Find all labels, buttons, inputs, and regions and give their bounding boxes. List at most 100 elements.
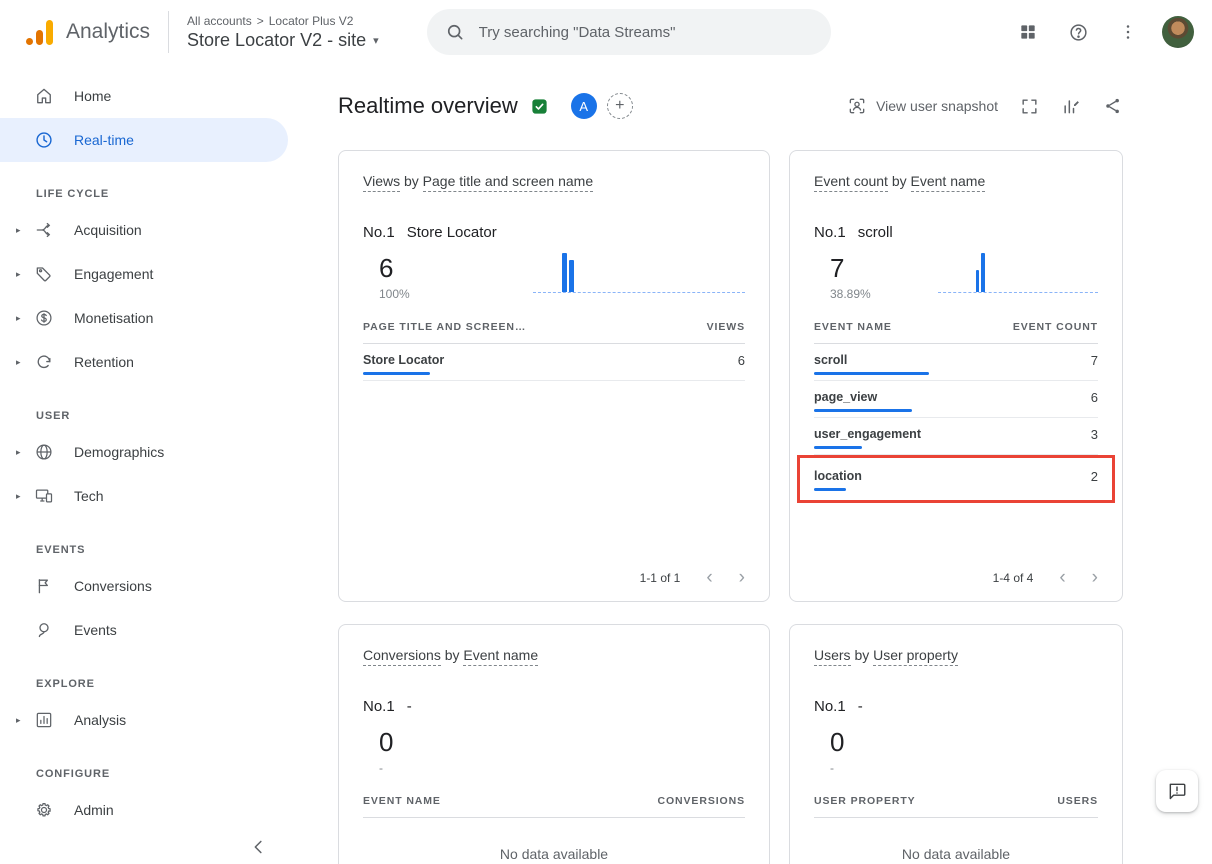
breadcrumb-current[interactable]: Locator Plus V2 xyxy=(269,14,354,28)
page-title: Realtime overview xyxy=(338,93,518,119)
devices-icon xyxy=(34,486,54,506)
sidebar-item-label: Monetisation xyxy=(74,310,153,326)
sidebar-item-monetisation[interactable]: ▸ Monetisation xyxy=(0,296,288,340)
flag-icon xyxy=(34,576,54,596)
comparison-chip[interactable]: A xyxy=(571,93,597,119)
sidebar-item-label: Events xyxy=(74,622,117,638)
sidebar-collapse-icon[interactable] xyxy=(248,836,270,858)
gear-icon xyxy=(34,800,54,820)
sidebar-item-demographics[interactable]: ▸ Demographics xyxy=(0,430,288,474)
sidebar-item-home[interactable]: Home xyxy=(0,74,288,118)
chevron-down-icon: ▾ xyxy=(373,34,379,47)
row-value-bar xyxy=(814,372,929,375)
sidebar-item-conversions[interactable]: Conversions xyxy=(0,564,288,608)
rank-label: No.1 xyxy=(814,698,846,715)
dashboards-grid-icon[interactable] xyxy=(1008,12,1048,52)
sidebar-item-label: Demographics xyxy=(74,444,164,460)
empty-state-message: No data available xyxy=(814,846,1098,862)
expand-caret-icon[interactable]: ▸ xyxy=(16,225,34,236)
events-card: Event count by Event name No.1 scroll 7 … xyxy=(789,150,1123,602)
dimension-link[interactable]: Page title and screen name xyxy=(423,173,593,192)
top-entry: No.1 - xyxy=(814,698,1098,715)
sidebar-item-engagement[interactable]: ▸ Engagement xyxy=(0,252,288,296)
expand-caret-icon[interactable]: ▸ xyxy=(16,447,34,458)
card-title: Users by User property xyxy=(814,645,1098,666)
property-selector[interactable]: All accounts > Locator Plus V2 Store Loc… xyxy=(187,14,379,51)
acquisition-icon xyxy=(34,220,54,240)
previous-page-icon[interactable]: ‹ xyxy=(706,568,712,587)
sidebar-item-label: Engagement xyxy=(74,266,153,282)
expand-caret-icon[interactable]: ▸ xyxy=(16,313,34,324)
sidebar-item-analysis[interactable]: ▸ Analysis xyxy=(0,698,288,742)
table-row[interactable]: location 2 xyxy=(814,460,1098,496)
property-name: Store Locator V2 - site xyxy=(187,30,366,51)
row-value-bar xyxy=(363,372,430,375)
feedback-button[interactable] xyxy=(1156,770,1198,812)
row-value-bar xyxy=(814,409,912,412)
clock-icon xyxy=(34,130,54,150)
user-avatar[interactable] xyxy=(1162,16,1194,48)
expand-caret-icon[interactable]: ▸ xyxy=(16,357,34,368)
sidebar-item-label: Retention xyxy=(74,354,134,370)
view-user-snapshot-button[interactable]: View user snapshot xyxy=(847,96,998,116)
breadcrumb[interactable]: All accounts > Locator Plus V2 xyxy=(187,14,379,28)
metric-value: 0 xyxy=(379,727,393,758)
feedback-icon xyxy=(1167,781,1187,801)
fullscreen-icon[interactable] xyxy=(1020,97,1039,116)
sidebar-item-realtime[interactable]: Real-time xyxy=(0,118,288,162)
sidebar-item-label: Analysis xyxy=(74,712,126,728)
share-icon[interactable] xyxy=(1103,96,1123,116)
more-options-icon[interactable] xyxy=(1108,12,1148,52)
sidebar-item-label: Home xyxy=(74,88,111,104)
sidebar-item-events[interactable]: Events xyxy=(0,608,288,652)
search-input[interactable] xyxy=(479,24,813,41)
sidebar-item-label: Acquisition xyxy=(74,222,142,238)
sidebar-section-configure: CONFIGURE xyxy=(0,764,300,784)
search-bar[interactable] xyxy=(427,9,831,55)
next-page-icon[interactable]: › xyxy=(1092,568,1098,587)
metric-link[interactable]: Views xyxy=(363,173,400,192)
metric-link[interactable]: Users xyxy=(814,647,851,666)
expand-caret-icon[interactable]: ▸ xyxy=(16,269,34,280)
top-entry: No.1 Store Locator xyxy=(363,224,745,241)
rank-label: No.1 xyxy=(814,224,846,241)
customize-report-icon[interactable] xyxy=(1061,96,1081,116)
users-card: Users by User property No.1 - 0 - xyxy=(789,624,1123,864)
sidebar-item-label: Real-time xyxy=(74,132,134,148)
sidebar-item-acquisition[interactable]: ▸ Acquisition xyxy=(0,208,288,252)
add-comparison-button[interactable]: + xyxy=(607,93,633,119)
sidebar: Home Real-time LIFE CYCLE ▸ Acquisition … xyxy=(0,64,300,864)
expand-caret-icon[interactable]: ▸ xyxy=(16,715,34,726)
metric-percent: 100% xyxy=(379,287,410,301)
dimension-column-header: USER PROPERTY xyxy=(814,795,916,807)
next-page-icon[interactable]: › xyxy=(739,568,745,587)
dimension-link[interactable]: User property xyxy=(873,647,958,666)
dimension-link[interactable]: Event name xyxy=(911,173,986,192)
main-content: Realtime overview A + View user snapshot xyxy=(300,64,1212,864)
breadcrumb-root[interactable]: All accounts xyxy=(187,14,252,28)
conversions-card: Conversions by Event name No.1 - 0 - xyxy=(338,624,770,864)
dimension-column-header: EVENT NAME xyxy=(814,321,892,333)
sidebar-item-admin[interactable]: Admin xyxy=(0,788,288,832)
sidebar-section-explore: EXPLORE xyxy=(0,674,300,694)
sidebar-item-tech[interactable]: ▸ Tech xyxy=(0,474,288,518)
table-row[interactable]: Store Locator 6 xyxy=(363,344,745,381)
dimension-link[interactable]: Event name xyxy=(463,647,538,666)
sidebar-item-retention[interactable]: ▸ Retention xyxy=(0,340,288,384)
metric-link[interactable]: Event count xyxy=(814,173,888,192)
expand-caret-icon[interactable]: ▸ xyxy=(16,491,34,502)
tag-icon xyxy=(34,264,54,284)
table-row[interactable]: page_view 6 xyxy=(814,381,1098,418)
dollar-circle-icon xyxy=(34,308,54,328)
metric-column-header: CONVERSIONS xyxy=(658,795,746,807)
analytics-logo-icon[interactable] xyxy=(26,19,56,45)
previous-page-icon[interactable]: ‹ xyxy=(1059,568,1065,587)
top-bar: Analytics All accounts > Locator Plus V2… xyxy=(0,0,1212,64)
events-icon xyxy=(34,620,54,640)
chart-box-icon xyxy=(34,710,54,730)
metric-link[interactable]: Conversions xyxy=(363,647,441,666)
table-row[interactable]: scroll 7 xyxy=(814,344,1098,381)
table-row[interactable]: user_engagement 3 xyxy=(814,418,1098,455)
help-icon[interactable] xyxy=(1058,12,1098,52)
table-header: PAGE TITLE AND SCREEN… VIEWS xyxy=(363,321,745,344)
